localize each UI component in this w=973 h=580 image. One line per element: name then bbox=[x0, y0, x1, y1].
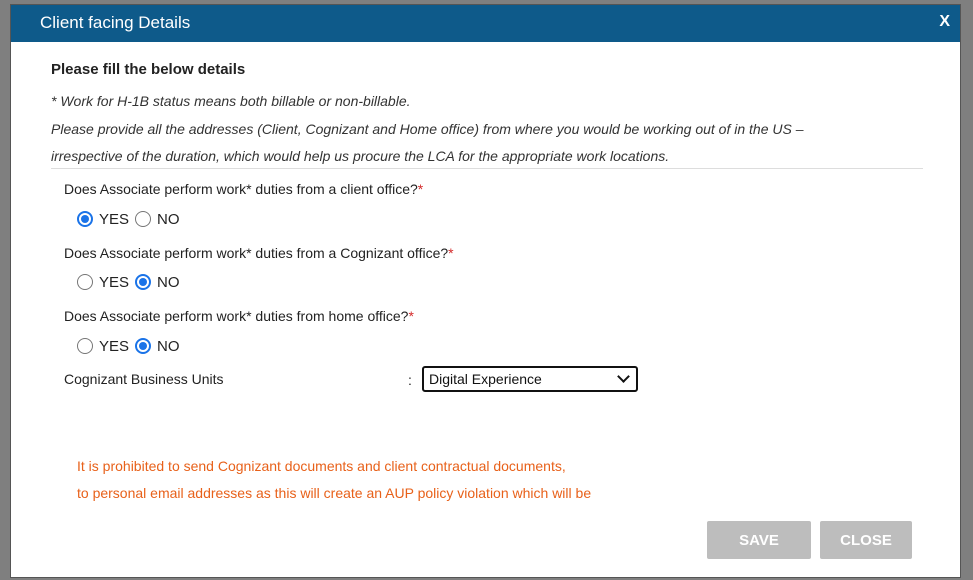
business-units-value: Digital Experience bbox=[429, 371, 542, 387]
radio-no[interactable] bbox=[135, 338, 152, 354]
save-button[interactable]: SAVE bbox=[707, 521, 811, 559]
close-icon[interactable]: X bbox=[939, 13, 950, 31]
radio-yes[interactable] bbox=[77, 211, 93, 227]
radio-no-label: NO bbox=[157, 273, 180, 291]
chevron-down-icon bbox=[617, 370, 630, 383]
question-client-office: Does Associate perform work* duties from… bbox=[64, 181, 423, 197]
radio-group-client-office: YES NO bbox=[77, 209, 186, 229]
radio-yes-label: YES bbox=[99, 273, 130, 291]
business-units-select[interactable]: Digital Experience bbox=[422, 366, 638, 392]
radio-no[interactable] bbox=[135, 211, 152, 227]
required-marker: * bbox=[417, 181, 424, 197]
question-home-office: Does Associate perform work* duties from… bbox=[64, 308, 414, 324]
radio-yes[interactable] bbox=[77, 274, 93, 290]
required-marker: * bbox=[448, 245, 454, 261]
note-line-1: * Work for H-1B status means both billab… bbox=[51, 93, 411, 109]
business-units-label: Cognizant Business Units bbox=[64, 371, 224, 387]
note-line-2: Please provide all the addresses (Client… bbox=[51, 121, 804, 137]
question-text: Does Associate perform work* duties from… bbox=[64, 181, 418, 197]
question-text: Does Associate perform work* duties from… bbox=[64, 308, 409, 324]
dialog-titlebar: Client facing Details X bbox=[11, 5, 960, 42]
radio-group-cognizant-office: YES NO bbox=[77, 272, 186, 292]
radio-yes-label: YES bbox=[99, 210, 130, 228]
client-facing-details-dialog: Client facing Details X Please fill the … bbox=[10, 4, 961, 578]
note-line-3: irrespective of the duration, which woul… bbox=[51, 148, 670, 164]
radio-no-label: NO bbox=[157, 210, 180, 228]
question-text: Does Associate perform work* duties from… bbox=[64, 245, 449, 261]
radio-no-label: NO bbox=[157, 337, 180, 355]
divider bbox=[51, 168, 923, 169]
radio-no[interactable] bbox=[135, 274, 152, 290]
radio-yes[interactable] bbox=[77, 338, 93, 354]
radio-group-home-office: YES NO bbox=[77, 336, 186, 356]
close-button[interactable]: CLOSE bbox=[820, 521, 912, 559]
question-cognizant-office: Does Associate perform work* duties from… bbox=[64, 245, 454, 261]
colon-separator: : bbox=[408, 372, 412, 388]
warning-line-2: to personal email addresses as this will… bbox=[77, 485, 592, 501]
required-marker: * bbox=[408, 308, 414, 324]
radio-yes-label: YES bbox=[99, 337, 130, 355]
warning-line-1: It is prohibited to send Cognizant docum… bbox=[77, 458, 566, 474]
dialog-title: Client facing Details bbox=[40, 13, 191, 32]
form-heading: Please fill the below details bbox=[51, 61, 246, 78]
